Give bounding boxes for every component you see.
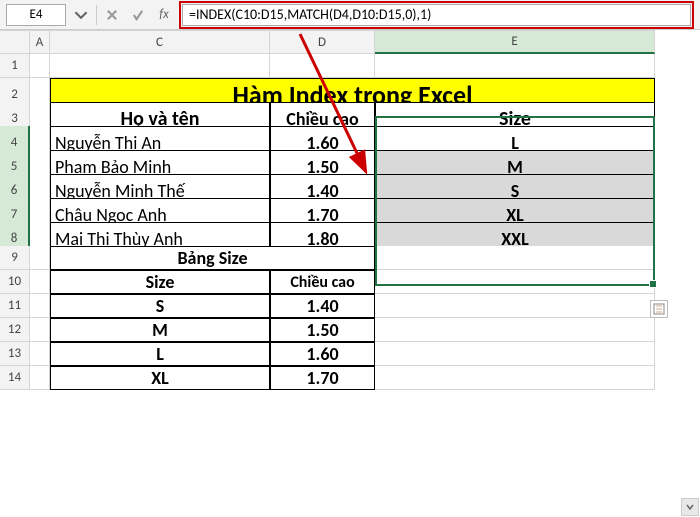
cell[interactable] xyxy=(375,270,655,294)
cell[interactable] xyxy=(30,246,50,270)
dropdown-icon[interactable] xyxy=(70,4,92,26)
cell[interactable] xyxy=(375,342,655,366)
cell-sizecode[interactable]: XL xyxy=(50,366,270,390)
fx-icon[interactable]: fx xyxy=(153,4,175,26)
cell-sizecode[interactable]: M xyxy=(50,318,270,342)
cell[interactable] xyxy=(30,366,50,390)
cancel-icon[interactable] xyxy=(101,4,123,26)
col-head-d[interactable]: D xyxy=(270,30,375,54)
cell[interactable] xyxy=(30,318,50,342)
cell[interactable] xyxy=(30,54,50,78)
formula-input[interactable]: =INDEX(C10:D15,MATCH(D4,D10:D15,0),1) xyxy=(182,4,691,26)
cell[interactable] xyxy=(30,294,50,318)
cell[interactable] xyxy=(375,246,655,270)
cell-sizeheight[interactable]: 1.40 xyxy=(270,294,375,318)
row-head[interactable]: 12 xyxy=(0,318,30,342)
col-head-a[interactable]: A xyxy=(30,30,50,54)
cell[interactable] xyxy=(375,318,655,342)
col-head-e[interactable]: E xyxy=(375,30,655,54)
col-head-c[interactable]: C xyxy=(50,30,270,54)
enter-icon[interactable] xyxy=(127,4,149,26)
row-head[interactable]: 9 xyxy=(0,246,30,270)
size-table-title[interactable]: Bảng Size xyxy=(50,246,375,270)
spreadsheet-grid[interactable]: A C D E 1 2 Hàm Index trong Excel 3 Họ v… xyxy=(0,30,700,390)
cell-sizeheight[interactable]: 1.50 xyxy=(270,318,375,342)
row-head[interactable]: 10 xyxy=(0,270,30,294)
row-head[interactable]: 13 xyxy=(0,342,30,366)
height-col-header[interactable]: Chiều cao xyxy=(270,270,375,294)
name-box[interactable]: E4 xyxy=(6,4,66,26)
cell[interactable] xyxy=(50,54,270,78)
formula-highlight: =INDEX(C10:D15,MATCH(D4,D10:D15,0),1) xyxy=(179,1,694,29)
cell[interactable] xyxy=(30,270,50,294)
cell-sizeheight[interactable]: 1.60 xyxy=(270,342,375,366)
cell-sizecode[interactable]: L xyxy=(50,342,270,366)
row-head[interactable]: 1 xyxy=(0,54,30,78)
row-head[interactable]: 14 xyxy=(0,366,30,390)
select-all[interactable] xyxy=(0,30,30,54)
row-head[interactable]: 11 xyxy=(0,294,30,318)
cell-sizeheight[interactable]: 1.70 xyxy=(270,366,375,390)
cell[interactable] xyxy=(270,54,375,78)
cell-sizecode[interactable]: S xyxy=(50,294,270,318)
cell[interactable] xyxy=(375,294,655,318)
scroll-down-icon[interactable] xyxy=(681,498,699,516)
cell[interactable] xyxy=(375,54,655,78)
smart-tag-icon[interactable] xyxy=(650,300,668,318)
formula-bar: E4 fx =INDEX(C10:D15,MATCH(D4,D10:D15,0)… xyxy=(0,0,700,30)
size-col-header[interactable]: Size xyxy=(50,270,270,294)
cell[interactable] xyxy=(375,366,655,390)
cell[interactable] xyxy=(30,342,50,366)
